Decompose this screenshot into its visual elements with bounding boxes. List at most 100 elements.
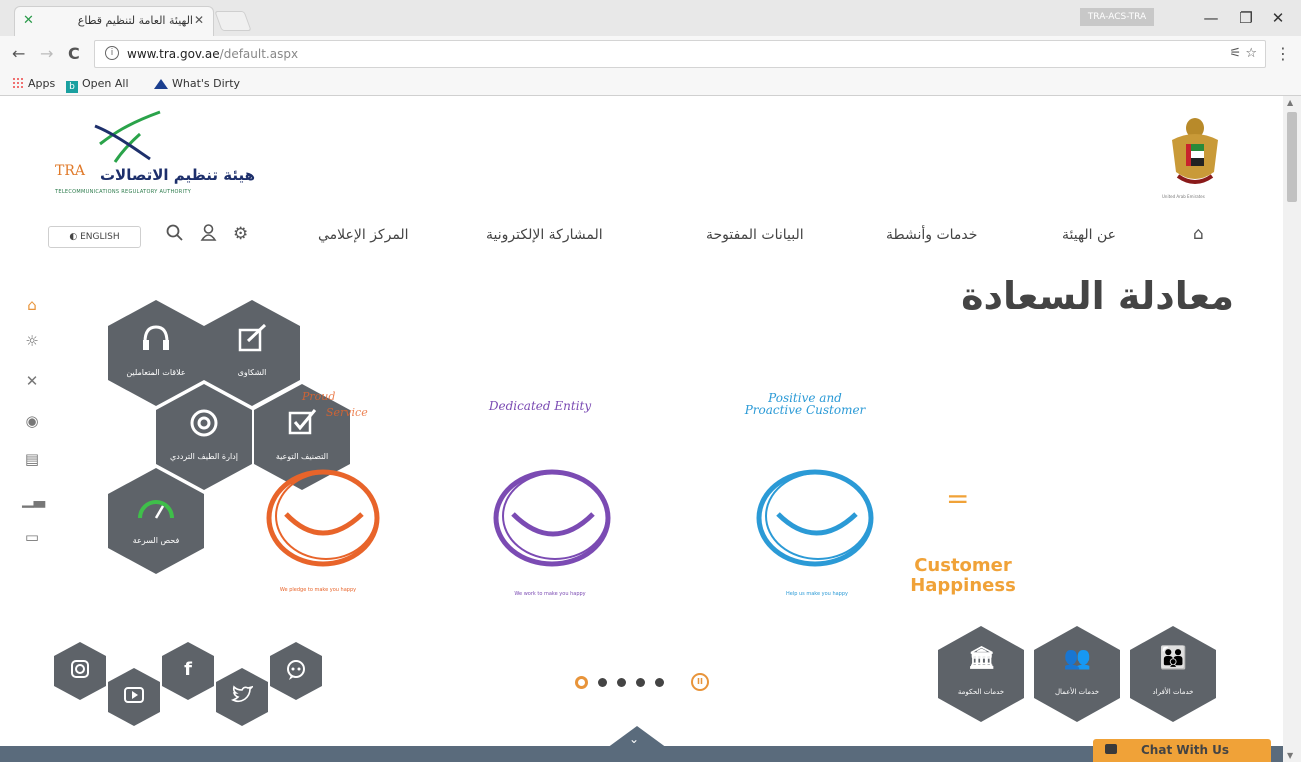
maximize-button[interactable]: ❐ — [1231, 7, 1261, 29]
instagram-icon — [54, 659, 106, 684]
equals-sign: = — [946, 482, 970, 515]
translate-bookmark-icons[interactable]: ⚟ ☆ — [1230, 46, 1257, 61]
language-toggle-button[interactable]: ◐ ENGLISH — [48, 226, 141, 248]
bookmark-open-all[interactable]: b Open All — [66, 77, 129, 93]
tab-close-icon[interactable]: ✕ — [194, 13, 204, 27]
bookmark-apps[interactable]: Apps — [12, 77, 55, 90]
hex-label: إدارة الطيف الترددي — [170, 452, 238, 461]
nav-open-data[interactable]: البيانات المفتوحة — [706, 227, 804, 243]
tra-favicon-icon: ✕ — [23, 13, 34, 28]
bing-icon: b — [66, 81, 78, 93]
twitter-icon — [216, 685, 268, 710]
carousel-dot-3[interactable] — [617, 678, 626, 687]
side-target-icon[interactable]: ◉ — [22, 412, 42, 430]
chat-with-us-button[interactable]: Chat With Us — [1093, 739, 1271, 762]
page-scrollbar[interactable]: ▲ ▼ — [1283, 96, 1301, 762]
user-icon[interactable] — [200, 224, 217, 246]
logo-english-text: TELECOMMUNICATIONS REGULATORY AUTHORITY — [55, 189, 192, 195]
scroll-up-icon[interactable]: ▲ — [1287, 98, 1293, 107]
reload-button[interactable]: C — [68, 44, 80, 63]
minimize-button[interactable]: — — [1196, 7, 1226, 29]
bookmark-whats-dirty[interactable]: What's Dirty — [154, 77, 240, 90]
search-icon[interactable] — [166, 224, 183, 246]
side-folder-icon[interactable]: ▭ — [22, 528, 42, 546]
orange-smile-icon — [266, 469, 380, 567]
carousel-dot-5[interactable] — [655, 678, 664, 687]
chevron-down-icon[interactable]: ⌄ — [629, 732, 639, 746]
carousel-dot-1[interactable] — [575, 676, 588, 689]
purple-smiley-subtitle: We work to make you happy — [514, 591, 586, 597]
uae-emblem — [1168, 110, 1222, 202]
chat-icon — [1105, 744, 1117, 754]
side-document-icon[interactable]: ▤ — [22, 450, 42, 468]
service-government[interactable]: 🏛 خدمات الحكومة — [938, 626, 1024, 722]
side-home-icon[interactable]: ⌂ — [22, 296, 42, 314]
home-icon[interactable]: ⌂ — [1193, 224, 1204, 244]
profile-badge[interactable]: TRA-ACS-TRA — [1080, 8, 1154, 26]
bookmark-label: What's Dirty — [172, 77, 241, 90]
facebook-button[interactable]: f — [162, 642, 214, 700]
instagram-button[interactable] — [54, 642, 106, 700]
tra-logo[interactable]: TRA هيئة تنظيم الاتصالات TELECOMMUNICATI… — [55, 104, 265, 199]
hex-label: فحص السرعة — [132, 536, 180, 545]
url-text[interactable]: www.tra.gov.ae/default.aspx — [127, 47, 298, 61]
emblem-caption: United Arab Emirates — [1162, 194, 1205, 199]
happiness-equation-headline: معادلة السعادة — [961, 274, 1234, 318]
new-tab-button[interactable] — [214, 11, 252, 31]
carousel-pause-button[interactable]: II — [691, 673, 709, 691]
chat-label: Chat With Us — [1141, 743, 1230, 757]
service-individuals[interactable]: 👪 خدمات الأفراد — [1130, 626, 1216, 722]
mountain-icon — [154, 79, 168, 89]
purple-smiley — [489, 468, 619, 572]
youtube-button[interactable] — [108, 668, 160, 726]
carousel-dot-2[interactable] — [598, 678, 607, 687]
forward-button[interactable]: → — [40, 44, 53, 63]
hex-speed-test[interactable]: فحص السرعة — [108, 468, 204, 574]
service-label: خدمات الأعمال — [1054, 688, 1100, 696]
nav-about[interactable]: عن الهيئة — [1062, 227, 1116, 243]
side-chart-icon[interactable]: ▁▃ — [22, 490, 45, 508]
twitter-button[interactable] — [216, 668, 268, 726]
address-bar[interactable]: i www.tra.gov.ae/default.aspx ⚟ ☆ — [94, 40, 1266, 68]
orange-smiley-subtitle: We pledge to make you happy — [279, 587, 357, 593]
purple-smile-icon — [493, 469, 611, 567]
info-icon[interactable]: i — [105, 46, 119, 60]
url-path: /default.aspx — [219, 47, 299, 61]
edit-icon — [204, 323, 300, 356]
government-building-icon: 🏛 — [967, 646, 996, 671]
chat-bubble-icon — [270, 659, 322, 686]
scroll-thumb[interactable] — [1287, 112, 1297, 202]
back-button[interactable]: ← — [12, 44, 25, 63]
apps-grid-icon — [12, 77, 24, 89]
nav-services-activities[interactable]: خدمات وأنشطة — [886, 227, 977, 243]
close-window-button[interactable]: ✕ — [1263, 7, 1293, 29]
nav-media-center[interactable]: المركز الإعلامي — [318, 227, 409, 243]
facebook-icon: f — [184, 659, 192, 680]
gear-icon[interactable]: ⚙ — [233, 224, 248, 244]
ask-tra-button[interactable] — [270, 642, 322, 700]
service-label: خدمات الأفراد — [1152, 688, 1194, 696]
service-label: خدمات الحكومة — [957, 688, 1005, 696]
logo-arabic-text: هيئة تنظيم الاتصالات — [99, 166, 255, 184]
hex-label: التصنيف التوعية — [275, 452, 329, 461]
browser-tab[interactable]: ✕ الهيئة العامة لتنظيم قطاع ✕ — [14, 6, 214, 36]
customer-happiness-text: Customer Happiness — [910, 555, 1016, 596]
blue-smile-icon — [756, 469, 874, 567]
business-people-icon: 👥 — [1063, 646, 1091, 671]
web-page: TRA هيئة تنظيم الاتصالات TELECOMMUNICATI… — [0, 96, 1283, 762]
side-lightbulb-icon[interactable]: ☼ — [22, 332, 42, 350]
nav-e-participation[interactable]: المشاركة الإلكترونية — [486, 227, 603, 243]
orange-smiley — [262, 468, 388, 572]
hex-overlay-fragment-2: Service — [326, 406, 368, 419]
browser-navbar: ← → C i www.tra.gov.ae/default.aspx ⚟ ☆ — [0, 36, 1301, 72]
hex-label: الشكاوى — [237, 368, 267, 377]
browser-menu-icon[interactable]: ⋮ — [1275, 44, 1291, 63]
service-business[interactable]: 👥 خدمات الأعمال — [1034, 626, 1120, 722]
falcon-emblem-icon — [1172, 118, 1218, 184]
hex-shape — [938, 626, 1024, 722]
carousel-dot-4[interactable] — [636, 678, 645, 687]
side-tra-logo-icon[interactable]: ✕ — [22, 372, 42, 390]
hex-shape — [1034, 626, 1120, 722]
scroll-down-icon[interactable]: ▼ — [1287, 751, 1293, 760]
browser-tabbar: ✕ الهيئة العامة لتنظيم قطاع ✕ TRA-ACS-TR… — [0, 0, 1301, 36]
